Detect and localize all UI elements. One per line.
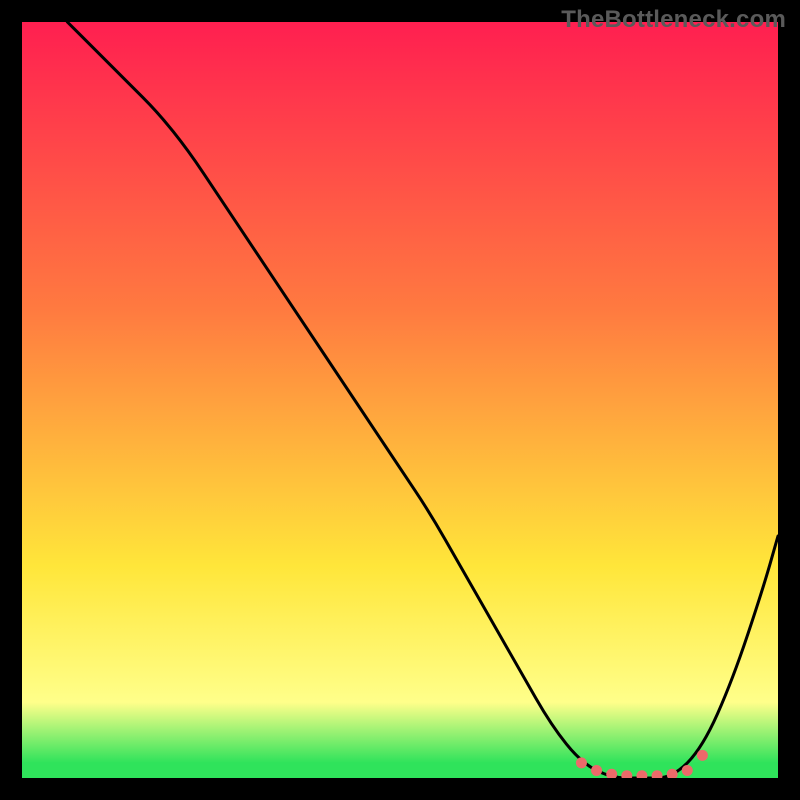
highlight-marker	[697, 750, 708, 761]
watermark-label: TheBottleneck.com	[561, 6, 786, 34]
highlight-marker	[682, 765, 693, 776]
highlight-marker	[591, 765, 602, 776]
chart-plot-area	[22, 22, 778, 778]
chart-svg	[22, 22, 778, 778]
chart-background	[22, 22, 778, 778]
highlight-marker	[576, 757, 587, 768]
chart-container: TheBottleneck.com	[0, 0, 800, 800]
